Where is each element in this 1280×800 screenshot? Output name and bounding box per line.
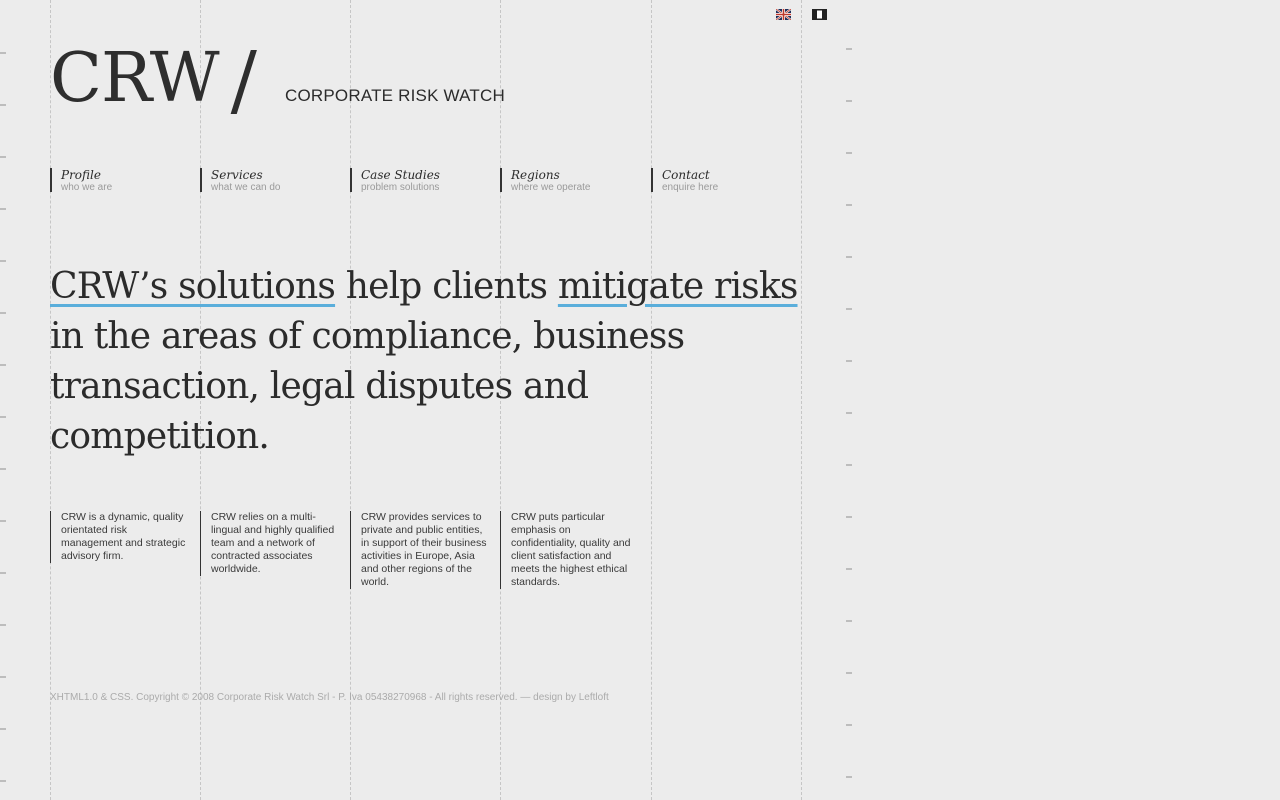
left-tick-marks (0, 0, 6, 800)
nav-item-profile[interactable]: Profile who we are (50, 168, 191, 193)
highlight-solutions: CRW’s solutions (50, 266, 336, 307)
site-logo[interactable]: CRW / (50, 36, 257, 120)
nav-item-subtitle: problem solutions (361, 182, 440, 193)
nav-item-subtitle: what we can do (211, 182, 281, 193)
info-column: CRW puts particular emphasis on confiden… (500, 511, 639, 589)
hero-headline: CRW’s solutions help clients mitigate ri… (50, 262, 810, 462)
nav-item-title: Regions (511, 168, 560, 182)
right-tick-marks (846, 0, 852, 800)
nav-item-subtitle: enquire here (662, 182, 719, 193)
logo-name: CRW (50, 39, 220, 118)
nav-item-title: Services (211, 168, 263, 182)
info-column: CRW relies on a multi-lingual and highly… (200, 511, 339, 576)
headline-text: in the areas of compliance, business tra… (50, 316, 685, 457)
headline-text: help clients (335, 266, 558, 307)
footer-copyright: XHTML1.0 & CSS. Copyright © 2008 Corpora… (50, 692, 609, 703)
nav-item-title: Case Studies (361, 168, 440, 182)
nav-item-case-studies[interactable]: Case Studies problem solutions (350, 168, 491, 193)
nav-item-subtitle: who we are (61, 182, 113, 193)
nav-item-subtitle: where we operate (511, 182, 591, 193)
nav-item-regions[interactable]: Regions where we operate (500, 168, 641, 193)
info-column: CRW provides services to private and pub… (350, 511, 489, 589)
info-column: CRW is a dynamic, quality orientated ris… (50, 511, 189, 563)
site-tagline: CORPORATE RISK WATCH (285, 86, 505, 105)
italy-flag-icon[interactable] (812, 9, 827, 20)
nav-item-services[interactable]: Services what we can do (200, 168, 341, 193)
highlight-mitigate-risks: mitigate risks (557, 266, 798, 307)
nav-item-title: Profile (61, 168, 101, 182)
nav-item-contact[interactable]: Contact enquire here (651, 168, 792, 193)
nav-item-title: Contact (662, 168, 710, 182)
logo-slash: / (230, 36, 257, 126)
uk-flag-icon[interactable] (776, 9, 791, 20)
